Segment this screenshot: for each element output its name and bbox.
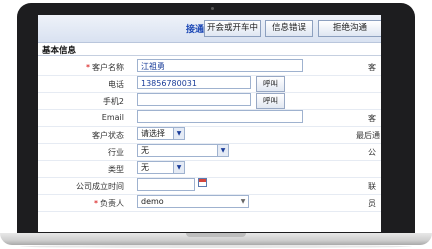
row-customer-name: * 客户名称 江祖勇 客 xyxy=(38,58,381,76)
laptop-shadow xyxy=(20,245,412,248)
screen: 接通： 开会或开车中 信息错误 拒绝沟通 基本信息 * 客户名称 江祖勇 客 电话… xyxy=(38,15,381,232)
industry-select[interactable]: 无 ▼ xyxy=(137,144,229,157)
refuse-contact-button[interactable]: 拒绝沟通 xyxy=(318,20,381,37)
type-label: 类型 xyxy=(108,165,124,174)
status-value: 请选择 xyxy=(141,129,165,138)
owner-value: demo xyxy=(141,197,164,206)
toolbar: 接通： 开会或开车中 信息错误 拒绝沟通 xyxy=(38,15,381,43)
right-label-6: 员 xyxy=(368,199,376,208)
industry-value: 无 xyxy=(141,146,149,155)
info-error-button[interactable]: 信息错误 xyxy=(265,20,313,37)
chevron-down-icon: ▼ xyxy=(173,162,184,173)
row-mobile2: 手机2 呼叫 xyxy=(38,92,381,110)
customer-name-input[interactable]: 江祖勇 xyxy=(137,59,303,72)
row-founded: 公司成立时间 联 xyxy=(38,177,381,195)
phone-input[interactable]: 13856780031 xyxy=(137,76,251,89)
meeting-or-driving-button[interactable]: 开会或开车中 xyxy=(204,20,261,37)
chevron-down-icon: ▼ xyxy=(217,145,228,156)
founded-label: 公司成立时间 xyxy=(76,182,124,191)
section-divider xyxy=(38,55,381,56)
required-mark: * xyxy=(86,63,90,72)
calendar-icon[interactable] xyxy=(198,178,207,187)
phone-label: 电话 xyxy=(108,80,124,89)
chevron-down-icon: ▼ xyxy=(173,128,184,139)
industry-label: 行业 xyxy=(108,148,124,157)
right-label-3: 最后通 xyxy=(356,131,380,140)
status-label: 客户状态 xyxy=(92,131,124,140)
call-mobile2-button[interactable]: 呼叫 xyxy=(256,93,285,109)
required-mark: * xyxy=(94,199,98,208)
camera-icon xyxy=(211,7,214,10)
right-label-2: 客 xyxy=(368,114,376,123)
row-industry: 行业 无 ▼ 公 xyxy=(38,143,381,161)
owner-select[interactable]: demo ▼ xyxy=(137,195,249,208)
mobile2-label: 手机2 xyxy=(102,97,124,106)
right-label-4: 公 xyxy=(368,148,376,157)
mobile2-input[interactable] xyxy=(137,93,251,106)
row-phone: 电话 13856780031 呼叫 xyxy=(38,75,381,93)
owner-label: * 负责人 xyxy=(94,199,124,208)
customer-name-label: * 客户名称 xyxy=(86,63,124,72)
row-status: 客户状态 请选择 ▼ 最后通 xyxy=(38,126,381,144)
laptop-notch xyxy=(186,233,246,237)
email-input[interactable] xyxy=(137,110,303,123)
status-select[interactable]: 请选择 ▼ xyxy=(137,127,185,140)
row-email: Email 客 xyxy=(38,109,381,127)
type-select[interactable]: 无 ▼ xyxy=(137,161,185,174)
type-value: 无 xyxy=(141,163,149,172)
row-owner: * 负责人 demo ▼ 员 xyxy=(38,194,381,212)
email-label: Email xyxy=(101,113,124,122)
row-type: 类型 无 ▼ xyxy=(38,160,381,178)
right-label-1: 客 xyxy=(368,63,376,72)
right-label-5: 联 xyxy=(368,182,376,191)
call-phone-button[interactable]: 呼叫 xyxy=(256,76,285,92)
chevron-down-icon: ▼ xyxy=(238,196,248,207)
founded-date-input[interactable] xyxy=(137,178,195,191)
